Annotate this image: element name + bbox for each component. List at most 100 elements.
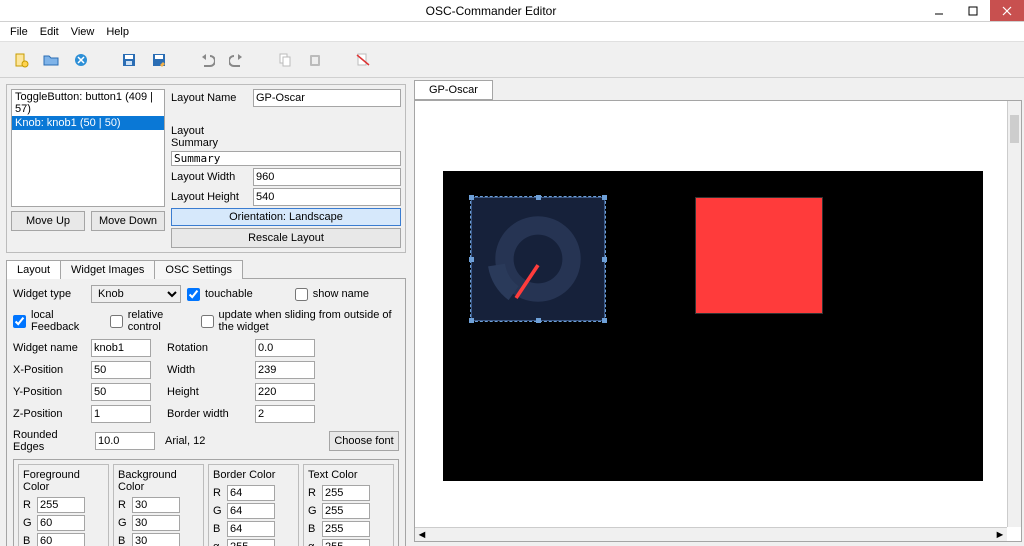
close-file-icon[interactable] — [68, 47, 94, 73]
vertical-scrollbar[interactable] — [1007, 101, 1021, 527]
togglebutton-widget[interactable] — [695, 197, 823, 314]
border-width-label: Border width — [167, 408, 249, 420]
bd-g-input[interactable] — [227, 503, 275, 519]
rounded-edges-label: Rounded Edges — [13, 429, 85, 453]
canvas-tab[interactable]: GP-Oscar — [414, 80, 493, 100]
relative-control-label: relative control — [128, 309, 183, 333]
tx-b-input[interactable] — [322, 521, 370, 537]
widget-type-select[interactable]: Knob — [91, 285, 181, 303]
maximize-button[interactable] — [956, 0, 990, 21]
update-sliding-label: update when sliding from outside of the … — [219, 309, 399, 333]
bg-b-input[interactable] — [132, 533, 180, 546]
titlebar: OSC-Commander Editor — [0, 0, 1024, 22]
tx-r-input[interactable] — [322, 485, 370, 501]
save-as-icon[interactable] — [146, 47, 172, 73]
bd-r-input[interactable] — [227, 485, 275, 501]
width-input[interactable] — [255, 361, 315, 379]
bd-a-input[interactable] — [227, 539, 275, 546]
rescale-button[interactable]: Rescale Layout — [171, 228, 401, 248]
new-file-icon[interactable] — [8, 47, 34, 73]
widget-list[interactable]: ToggleButton: button1 (409 | 57) Knob: k… — [11, 89, 165, 207]
fg-r-input[interactable] — [37, 497, 85, 513]
scroll-left-icon[interactable]: ◄ — [415, 528, 429, 541]
undo-icon[interactable] — [194, 47, 220, 73]
local-feedback-checkbox[interactable] — [13, 315, 26, 328]
layout-name-input[interactable] — [253, 89, 401, 107]
layout-width-input[interactable] — [253, 168, 401, 186]
rotation-input[interactable] — [255, 339, 315, 357]
z-position-input[interactable] — [91, 405, 151, 423]
widget-type-label: Widget type — [13, 288, 85, 300]
menu-edit[interactable]: Edit — [34, 24, 65, 40]
tx-title: Text Color — [308, 469, 389, 481]
z-position-label: Z-Position — [13, 408, 85, 420]
width-label: Width — [167, 364, 249, 376]
canvas[interactable] — [443, 171, 983, 481]
delete-icon[interactable] — [350, 47, 376, 73]
property-tabs: Layout Widget Images OSC Settings — [6, 259, 406, 279]
close-button[interactable] — [990, 0, 1024, 21]
list-item[interactable]: ToggleButton: button1 (409 | 57) — [12, 90, 164, 116]
fg-b-input[interactable] — [37, 533, 85, 546]
bg-g-input[interactable] — [132, 515, 180, 531]
left-pane: ToggleButton: button1 (409 | 57) Knob: k… — [0, 78, 412, 546]
y-position-input[interactable] — [91, 383, 151, 401]
fg-g-input[interactable] — [37, 515, 85, 531]
widget-name-input[interactable] — [91, 339, 151, 357]
rounded-edges-input[interactable] — [95, 432, 155, 450]
orientation-button[interactable]: Orientation: Landscape — [171, 208, 401, 226]
color-groups: Foreground Color R G B α Background Colo… — [13, 459, 399, 546]
tab-widget-images[interactable]: Widget Images — [60, 260, 155, 279]
layout-summary-label: Layout Summary — [171, 125, 249, 149]
list-item[interactable]: Knob: knob1 (50 | 50) — [12, 116, 164, 130]
canvas-viewport[interactable]: ◄ ► — [414, 100, 1022, 542]
background-color-group: Background Color R G B α — [113, 464, 204, 546]
paste-icon[interactable] — [302, 47, 328, 73]
redo-icon[interactable] — [224, 47, 250, 73]
menu-view[interactable]: View — [65, 24, 101, 40]
save-icon[interactable] — [116, 47, 142, 73]
showname-label: show name — [313, 288, 369, 300]
window-title: OSC-Commander Editor — [60, 4, 922, 18]
relative-control-checkbox[interactable] — [110, 315, 123, 328]
layout-name-label: Layout Name — [171, 92, 249, 104]
text-color-group: Text Color R G B α — [303, 464, 394, 546]
layout-panel: ToggleButton: button1 (409 | 57) Knob: k… — [6, 84, 406, 253]
move-down-button[interactable]: Move Down — [91, 211, 165, 231]
widget-name-label: Widget name — [13, 342, 85, 354]
showname-checkbox[interactable] — [295, 288, 308, 301]
menu-help[interactable]: Help — [100, 24, 135, 40]
tx-g-input[interactable] — [322, 503, 370, 519]
tab-layout[interactable]: Layout — [6, 260, 61, 279]
border-width-input[interactable] — [255, 405, 315, 423]
touchable-checkbox[interactable] — [187, 288, 200, 301]
font-display: Arial, 12 — [165, 435, 225, 447]
bd-b-input[interactable] — [227, 521, 275, 537]
bg-r-input[interactable] — [132, 497, 180, 513]
layout-width-label: Layout Width — [171, 171, 249, 183]
fg-title: Foreground Color — [23, 469, 104, 493]
height-label: Height — [167, 386, 249, 398]
tab-osc-settings[interactable]: OSC Settings — [154, 260, 243, 279]
copy-icon[interactable] — [272, 47, 298, 73]
tx-a-input[interactable] — [322, 539, 370, 546]
foreground-color-group: Foreground Color R G B α — [18, 464, 109, 546]
right-pane: GP-Oscar — [412, 78, 1024, 546]
height-input[interactable] — [255, 383, 315, 401]
horizontal-scrollbar[interactable]: ◄ ► — [415, 527, 1007, 541]
layout-height-input[interactable] — [253, 188, 401, 206]
layout-summary-input[interactable] — [171, 151, 401, 166]
scroll-right-icon[interactable]: ► — [993, 528, 1007, 541]
minimize-button[interactable] — [922, 0, 956, 21]
layout-tab-content: Widget type Knob touchable show name loc… — [6, 279, 406, 546]
menu-file[interactable]: File — [4, 24, 34, 40]
choose-font-button[interactable]: Choose font — [329, 431, 399, 451]
x-position-input[interactable] — [91, 361, 151, 379]
update-sliding-checkbox[interactable] — [201, 315, 214, 328]
bd-title: Border Color — [213, 469, 294, 481]
touchable-label: touchable — [205, 288, 253, 300]
open-file-icon[interactable] — [38, 47, 64, 73]
local-feedback-label: local Feedback — [31, 309, 88, 333]
move-up-button[interactable]: Move Up — [11, 211, 85, 231]
knob-widget[interactable] — [471, 197, 605, 321]
